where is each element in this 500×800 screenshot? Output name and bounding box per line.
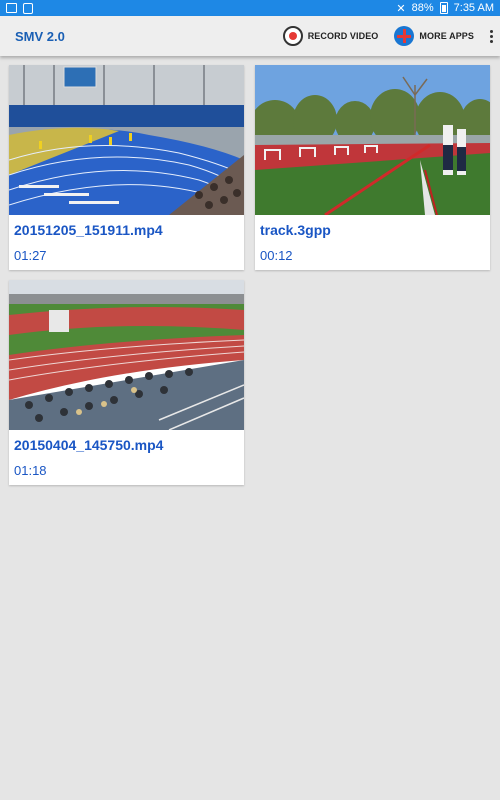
app-bar-actions: RECORD VIDEO MORE APPS bbox=[275, 16, 500, 56]
overflow-dot bbox=[489, 29, 493, 33]
status-time: 7:35 AM bbox=[453, 2, 494, 14]
record-video-label: RECORD VIDEO bbox=[307, 31, 379, 41]
video-duration: 01:18 bbox=[14, 463, 47, 478]
video-thumbnail bbox=[9, 65, 244, 215]
video-card[interactable]: 20151205_151911.mp4 01:27 bbox=[9, 65, 244, 270]
more-apps-button[interactable]: MORE APPS bbox=[386, 16, 482, 56]
overflow-menu-button[interactable] bbox=[482, 16, 500, 56]
video-title: 20151205_151911.mp4 bbox=[14, 222, 163, 238]
overflow-dot bbox=[489, 39, 493, 43]
video-thumbnail bbox=[255, 65, 490, 215]
status-bar: ✕ 88% 7:35 AM bbox=[0, 0, 500, 16]
battery-percent: 88% bbox=[411, 2, 434, 14]
app-title: SMV 2.0 bbox=[15, 28, 65, 44]
video-title: 20150404_145750.mp4 bbox=[14, 437, 164, 453]
video-duration: 00:12 bbox=[260, 248, 293, 263]
plus-icon bbox=[394, 26, 415, 46]
video-title: track.3gpp bbox=[260, 222, 331, 238]
gallery-notification-icon bbox=[6, 3, 17, 13]
video-card[interactable]: 20150404_145750.mp4 01:18 bbox=[9, 280, 244, 485]
video-card[interactable]: track.3gpp 00:12 bbox=[255, 65, 490, 270]
video-duration: 01:27 bbox=[14, 248, 47, 263]
app-bar: SMV 2.0 RECORD VIDEO MORE APPS bbox=[0, 16, 500, 56]
mute-icon: ✕ bbox=[396, 2, 406, 15]
more-apps-label: MORE APPS bbox=[419, 31, 474, 41]
overflow-dot bbox=[489, 34, 493, 38]
status-left-icons bbox=[6, 2, 33, 14]
status-right-icons: ✕ 88% 7:35 AM bbox=[396, 2, 494, 15]
record-video-button[interactable]: RECORD VIDEO bbox=[275, 16, 387, 56]
video-thumbnail bbox=[9, 280, 244, 430]
record-icon bbox=[282, 26, 303, 46]
battery-icon bbox=[439, 2, 448, 14]
clipboard-notification-icon bbox=[23, 2, 33, 14]
